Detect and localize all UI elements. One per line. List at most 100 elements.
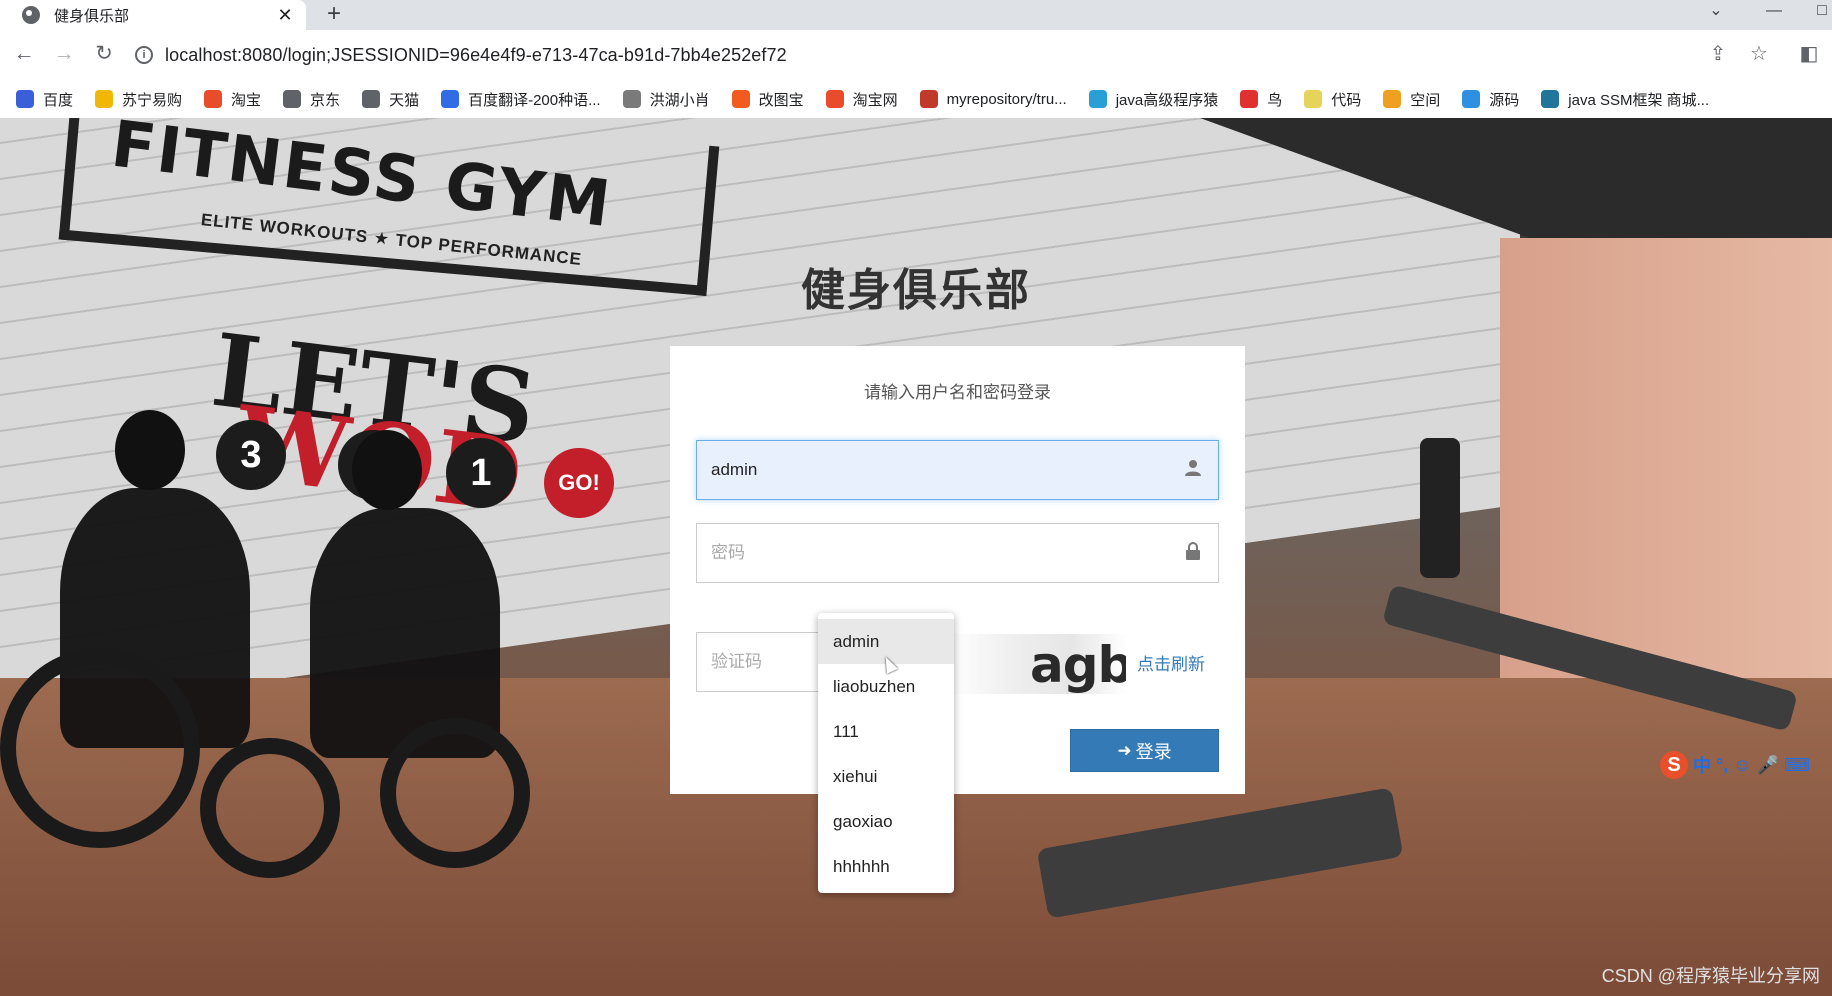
bookmark-label: java高级程序猿: [1115, 91, 1219, 109]
bookmark-label: 洪湖小肖: [649, 91, 710, 109]
captcha-image[interactable]: agbmy: [944, 634, 1126, 694]
bookmark-label: 鸟: [1267, 91, 1283, 109]
bookmark-label: java SSM框架 商城...: [1568, 91, 1710, 109]
bookmark-item[interactable]: myrepository/tru...: [919, 90, 1067, 108]
tab-strip: 健身俱乐部 ✕ + ⌄ — □: [0, 0, 1832, 30]
bookmark-item[interactable]: 百度: [16, 89, 73, 110]
url-text[interactable]: localhost:8080/login;JSESSIONID=96e4e4f9…: [165, 45, 787, 66]
share-icon[interactable]: ⇪: [1702, 38, 1734, 70]
browser-toolbar: ← → ↻ i localhost:8080/login;JSESSIONID=…: [0, 30, 1832, 80]
password-input[interactable]: [711, 543, 1182, 563]
bookmark-label: 百度翻译-200种语...: [468, 91, 601, 109]
bookmark-label: 淘宝网: [852, 91, 898, 109]
bookmark-favicon-icon: [1088, 90, 1107, 108]
close-icon[interactable]: ✕: [272, 5, 298, 26]
restore-icon[interactable]: □: [1808, 0, 1832, 30]
bookmark-item[interactable]: 淘宝网: [825, 89, 898, 110]
page-title: 健身俱乐部: [801, 266, 1031, 315]
login-button[interactable]: ➜ 登录: [1070, 729, 1219, 772]
bookmark-favicon-icon: [1541, 90, 1560, 108]
bookmark-item[interactable]: 鸟: [1240, 89, 1282, 110]
bookmark-favicon-icon: [825, 90, 844, 108]
countdown-1: 1: [446, 438, 516, 508]
bookmark-item[interactable]: 洪湖小肖: [622, 89, 710, 110]
back-icon[interactable]: ←: [8, 38, 40, 70]
autocomplete-dropdown: admin liaobuzhen 111 xiehui gaoxiao hhhhhh: [818, 613, 954, 893]
bookmark-favicon-icon: [1462, 90, 1481, 108]
ime-language[interactable]: 中: [1693, 752, 1711, 778]
info-icon[interactable]: i: [135, 46, 153, 64]
autocomplete-option[interactable]: 111: [818, 709, 954, 754]
bookmark-favicon-icon: [1383, 90, 1402, 108]
bookmark-favicon-icon: [283, 90, 302, 108]
bookmark-label: 淘宝: [231, 91, 262, 109]
tab-title: 健身俱乐部: [54, 7, 130, 25]
refresh-captcha-link[interactable]: 点击刷新: [1137, 650, 1205, 675]
bookmark-item[interactable]: 改图宝: [731, 89, 804, 110]
microphone-icon[interactable]: 🎤: [1757, 755, 1779, 776]
watermark: CSDN @程序猿毕业分享网: [1601, 966, 1820, 986]
password-field[interactable]: [696, 523, 1219, 583]
lock-icon: [1182, 542, 1204, 564]
bike-wheel-2: [200, 738, 340, 878]
sogou-logo-icon[interactable]: S: [1660, 751, 1688, 779]
bookmark-label: 源码: [1489, 91, 1520, 109]
username-input[interactable]: [711, 460, 1182, 480]
bookmark-favicon-icon: [919, 90, 938, 108]
bookmark-label: 代码: [1331, 91, 1362, 109]
bookmark-item[interactable]: 代码: [1304, 89, 1361, 110]
autocomplete-option[interactable]: hhhhhh: [818, 844, 954, 889]
autocomplete-option[interactable]: xiehui: [818, 754, 954, 799]
countdown-3: 3: [216, 420, 286, 490]
login-page: FITNESS GYM ELITE WORKOUTS ★ TOP PERFORM…: [0, 118, 1832, 996]
bookmark-favicon-icon: [95, 90, 114, 108]
emoji-icon[interactable]: ☺: [1733, 755, 1751, 776]
bookmark-item[interactable]: 京东: [283, 89, 340, 110]
countdown-go: GO!: [544, 448, 614, 518]
new-tab-button[interactable]: +: [322, 0, 346, 30]
bookmark-item[interactable]: java SSM框架 商城...: [1541, 89, 1709, 110]
bookmark-favicon-icon: [622, 90, 641, 108]
bookmark-favicon-icon: [16, 90, 34, 108]
bookmark-label: 空间: [1410, 91, 1441, 109]
rider-head-1: [115, 410, 185, 490]
globe-icon: [22, 6, 40, 24]
minimize-icon[interactable]: —: [1760, 0, 1788, 30]
sidebar-icon[interactable]: ◧: [1793, 38, 1825, 70]
autocomplete-option[interactable]: gaoxiao: [818, 799, 954, 844]
bookmark-item[interactable]: java高级程序猿: [1088, 89, 1219, 110]
bookmark-item[interactable]: 空间: [1383, 89, 1440, 110]
bookmarks-bar: 百度 苏宁易购 淘宝 京东 天猫 百度翻译-200种语... 洪湖小肖 改图宝 淘宝网 myrep…: [0, 80, 1832, 118]
reload-icon[interactable]: ↻: [88, 38, 120, 70]
bookmark-item[interactable]: 天猫: [362, 89, 419, 110]
chevron-down-icon[interactable]: ⌄: [1702, 0, 1730, 30]
bookmark-favicon-icon: [204, 90, 223, 108]
bookmark-label: myrepository/tru...: [946, 90, 1067, 108]
bike-wheel-3: [380, 718, 530, 868]
ime-toolbar: S 中 °, ☺ 🎤 ⌨: [1660, 750, 1810, 780]
login-button-label: 登录: [1135, 741, 1172, 762]
bookmark-label: 天猫: [389, 91, 420, 109]
bookmark-item[interactable]: 百度翻译-200种语...: [441, 89, 601, 110]
browser-tab[interactable]: 健身俱乐部 ✕: [0, 0, 306, 30]
bookmark-label: 苏宁易购: [122, 91, 183, 109]
ime-punctuation[interactable]: °,: [1716, 755, 1728, 776]
rider-head-2: [352, 430, 422, 510]
punching-bag: [1420, 438, 1460, 578]
bookmark-item[interactable]: 苏宁易购: [95, 89, 182, 110]
star-icon[interactable]: ☆: [1743, 38, 1775, 70]
username-field[interactable]: [696, 440, 1219, 500]
address-bar[interactable]: i localhost:8080/login;JSESSIONID=96e4e4…: [135, 37, 1815, 73]
forward-icon[interactable]: →: [48, 38, 80, 70]
login-prompt: 请输入用户名和密码登录: [864, 383, 1051, 402]
bookmark-item[interactable]: 源码: [1462, 89, 1519, 110]
sign-in-icon: ➜: [1117, 740, 1132, 760]
user-icon: [1182, 459, 1204, 481]
keyboard-icon[interactable]: ⌨: [1784, 755, 1810, 776]
bookmark-label: 京东: [310, 91, 341, 109]
login-card: 请输入用户名和密码登录 agbmy 点击刷新 ➜ 登录: [670, 346, 1245, 794]
bookmark-favicon-icon: [362, 90, 381, 108]
bookmark-favicon-icon: [1304, 90, 1323, 108]
bike-wheel-1: [0, 648, 200, 848]
bookmark-item[interactable]: 淘宝: [204, 89, 261, 110]
